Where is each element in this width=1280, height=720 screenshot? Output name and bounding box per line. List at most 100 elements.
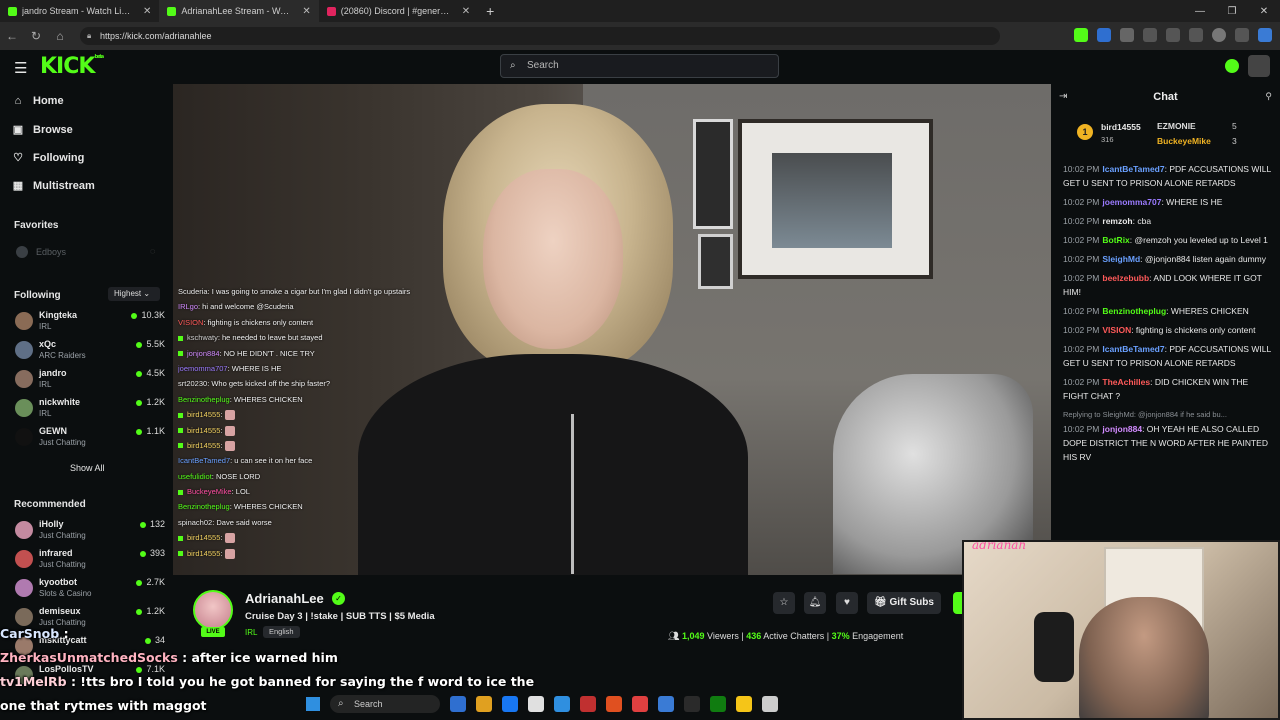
copilot-icon[interactable] (1258, 28, 1272, 42)
extension-icon[interactable] (1120, 28, 1134, 42)
chat-username[interactable]: IcantBeTamed7 (1102, 164, 1164, 174)
hamburger-menu-icon[interactable]: ☰ (14, 59, 27, 77)
sidebar-item-home[interactable]: ⌂ Home (12, 95, 64, 107)
chat-username[interactable]: Benzinotheplug (1102, 306, 1166, 316)
taskbar-app-icon[interactable] (736, 696, 752, 712)
taskbar-app-icon[interactable] (684, 696, 700, 712)
search-input[interactable]: ⌕ Search (500, 54, 779, 78)
sidebar-item-multistream[interactable]: ▦ Multistream (12, 179, 95, 193)
chat-username[interactable]: joemomma707 (1102, 197, 1161, 207)
streamer-name[interactable]: AdrianahLee (245, 591, 324, 606)
back-icon[interactable]: ← (0, 29, 24, 43)
video-chat-user: bird14555 (187, 533, 221, 543)
new-tab-icon[interactable]: + (478, 3, 502, 19)
channel-item[interactable]: GEWN Just Chatting 1.1K (15, 426, 165, 452)
rewards-icon[interactable] (1225, 59, 1239, 73)
chat-username[interactable]: beelzebubb (1102, 273, 1149, 283)
close-tab-icon[interactable]: ✕ (462, 6, 470, 17)
gift-subs-button[interactable]: 🎁︎ Gift Subs (867, 592, 941, 614)
url-text: https://kick.com/adrianahlee (100, 31, 212, 41)
chat-username[interactable]: jonjon884 (1102, 424, 1142, 434)
taskbar-search[interactable]: Search (330, 695, 440, 713)
video-chat-text: : NOSE LORD (211, 471, 261, 481)
follow-heart-icon[interactable]: ♥ (836, 592, 858, 614)
badge-icon (178, 535, 183, 541)
avatar (15, 550, 33, 568)
profile-icon[interactable] (1212, 28, 1226, 42)
kick-extension-icon[interactable] (1074, 28, 1088, 42)
chat-username[interactable]: IcantBeTamed7 (1102, 344, 1164, 354)
chat-username[interactable]: remzoh (1102, 216, 1132, 226)
user-avatar[interactable] (1248, 55, 1270, 77)
video-chat-user: Benzinotheplug (178, 502, 230, 512)
sort-value: Highest (114, 289, 142, 298)
menu-icon[interactable] (1235, 28, 1249, 42)
close-tab-icon[interactable]: ✕ (302, 6, 310, 17)
favorite-channel[interactable]: Edboys ◌ (16, 246, 155, 258)
channel-item[interactable]: Kingteka IRL 10.3K (15, 310, 165, 336)
caption-user: tv1MelRb (0, 674, 67, 689)
home-icon[interactable]: ⌂ (48, 29, 72, 43)
browser-tab-discord[interactable]: (20860) Discord | #general | H3 ✕ (319, 0, 478, 22)
sidebar-item-browse[interactable]: ▣ Browse (12, 123, 73, 137)
pin-icon[interactable]: ⚲ (1265, 91, 1272, 102)
browser-tab-jandro[interactable]: jandro Stream - Watch Live o ✕ (0, 0, 159, 22)
taskbar-app-icon[interactable] (632, 696, 648, 712)
video-chat-user: bird14555 (187, 425, 221, 435)
refresh-icon[interactable]: ↻ (24, 29, 48, 43)
video-chat-text: : NO HE DIDN'T . NICE TRY (219, 348, 315, 358)
taskbar-app-icon[interactable] (554, 696, 570, 712)
taskbar-app-icon[interactable] (502, 696, 518, 712)
verified-icon: ✓ (332, 592, 345, 605)
taskbar-app-icon[interactable] (762, 696, 778, 712)
taskbar-app-icon[interactable] (580, 696, 596, 712)
extension-icon[interactable] (1143, 28, 1157, 42)
channel-item[interactable]: kyootbot Slots & Casino 2.7K (15, 577, 165, 603)
viewer-count: 393 (140, 548, 165, 558)
close-window-icon[interactable]: ✕ (1248, 6, 1280, 17)
show-all-button[interactable]: Show All (70, 463, 105, 473)
sidebar-item-following[interactable]: ♡ Following (12, 151, 84, 165)
sort-select[interactable]: Highest ⌄ (108, 287, 160, 301)
favorites-icon[interactable] (1166, 28, 1180, 42)
chat-username[interactable]: TheAchilles (1102, 377, 1150, 387)
chat-username[interactable]: SleighMd (1102, 254, 1140, 264)
close-tab-icon[interactable]: ✕ (143, 6, 151, 17)
favorite-star-icon[interactable]: ☆ (773, 592, 795, 614)
channel-item[interactable]: nickwhite IRL 1.2K (15, 397, 165, 423)
taskbar-app-icon[interactable] (476, 696, 492, 712)
chat-username[interactable]: VISION (1102, 325, 1131, 335)
maximize-icon[interactable]: ❐ (1216, 6, 1248, 17)
hidden-icon[interactable]: ◌ (150, 246, 155, 256)
notification-bell-icon[interactable]: 🔔︎ (804, 592, 826, 614)
webcam-microphone (1034, 612, 1074, 682)
kick-logo[interactable]: KICKbeta (40, 54, 104, 79)
collections-icon[interactable] (1189, 28, 1203, 42)
channel-item[interactable]: infrared Just Chatting 393 (15, 548, 165, 574)
taskbar-app-icon[interactable] (606, 696, 622, 712)
taskbar-app-icon[interactable] (450, 696, 466, 712)
caption-row: tv1MelRb : !tts bro I told you he got ba… (0, 670, 560, 694)
browser-tab-adrianahlee[interactable]: AdrianahLee Stream - Watch ✕ (159, 0, 319, 22)
gift-leaderboard[interactable]: 1 bird14555 316 EZMONIE BuckeyeMike 5 3 (1077, 120, 1267, 158)
taskbar-app-icon[interactable] (528, 696, 544, 712)
chat-username[interactable]: BotRix (1102, 235, 1129, 245)
chat-title: Chat (1153, 91, 1178, 103)
extension-icon[interactable] (1097, 28, 1111, 42)
channel-item[interactable]: xQc ARC Raiders 5.5K (15, 339, 165, 365)
windows-start-icon[interactable] (306, 697, 320, 711)
minimize-icon[interactable]: — (1184, 6, 1216, 17)
taskbar-app-icon[interactable] (658, 696, 674, 712)
channel-item[interactable]: jandro IRL 4.5K (15, 368, 165, 394)
viewer-label: Viewers (707, 631, 739, 641)
channel-item[interactable]: iHolly Just Chatting 132 (15, 519, 165, 545)
video-chat-line: IcantBeTamed7: u can see it on her face (178, 453, 458, 468)
logo-text: KICK (40, 54, 95, 79)
taskbar-app-icon[interactable] (710, 696, 726, 712)
video-picture-frame (698, 234, 733, 289)
video-chat-text: : (220, 548, 223, 558)
chat-text: : cba (1132, 216, 1152, 226)
emote-icon (225, 410, 236, 421)
chat-text: : WHERES CHICKEN (1166, 306, 1249, 316)
address-bar[interactable]: 🔒︎ https://kick.com/adrianahlee (80, 27, 1000, 45)
